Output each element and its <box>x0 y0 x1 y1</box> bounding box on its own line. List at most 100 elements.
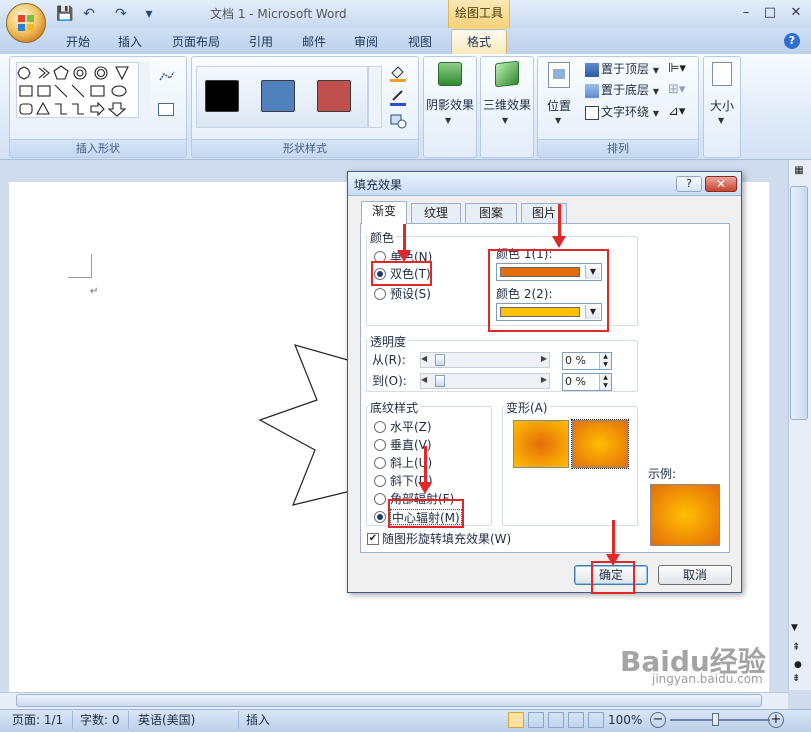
radio-diagonal-down[interactable] <box>374 475 386 487</box>
style-swatch-blue[interactable] <box>261 80 295 112</box>
variant-center-dark[interactable] <box>513 420 569 468</box>
to-slider[interactable]: ◀ ▶ <box>420 373 550 389</box>
save-icon[interactable]: 💾 <box>56 5 74 23</box>
next-page-icon[interactable]: ⇟ <box>792 673 800 684</box>
from-spinbox[interactable]: 0 % ▲ ▼ <box>562 352 612 370</box>
star-shape[interactable] <box>255 340 355 510</box>
position-button[interactable]: 位置 <box>540 97 578 114</box>
zoom-in-icon[interactable]: + <box>768 712 784 728</box>
threed-effects-button[interactable]: 三维效果 <box>480 96 534 113</box>
send-back-icon <box>585 83 599 98</box>
sample-label: 示例: <box>648 467 677 481</box>
rotate-with-shape-label: 随图形旋转填充效果(W) <box>382 532 512 546</box>
browse-object-icon[interactable]: ● <box>794 660 802 670</box>
radio-from-corner[interactable] <box>374 493 386 505</box>
tab-page-layout[interactable]: 页面布局 <box>166 32 226 52</box>
tab-mailings[interactable]: 邮件 <box>296 32 332 52</box>
shape-fill-icon[interactable] <box>388 64 410 82</box>
shape-gallery-scroll[interactable] <box>138 62 150 118</box>
text-box-icon[interactable] <box>158 103 174 116</box>
tab-format[interactable]: 格式 <box>451 29 507 56</box>
scroll-down-arrow-icon[interactable]: ▼ <box>791 623 798 633</box>
dialog-tab-texture[interactable]: 纹理 <box>411 203 461 223</box>
radio-diagonal-up[interactable] <box>374 457 386 469</box>
zoom-out-icon[interactable]: − <box>650 712 666 728</box>
cancel-button[interactable]: 取消 <box>658 565 732 585</box>
highlight-from-center <box>388 499 464 528</box>
from-value: 0 % <box>565 354 586 367</box>
red-arrow-icon <box>552 204 566 248</box>
ruler-toggle-icon[interactable]: ▦ <box>790 162 808 180</box>
status-separator <box>128 711 129 729</box>
tab-home[interactable]: 开始 <box>60 32 96 52</box>
radio-horizontal[interactable] <box>374 421 386 433</box>
change-shape-icon[interactable] <box>388 112 410 130</box>
qat-more-icon[interactable]: ▾ <box>140 5 158 23</box>
radio-from-center[interactable] <box>374 511 386 523</box>
tab-insert[interactable]: 插入 <box>112 32 148 52</box>
status-insert-mode[interactable]: 插入 <box>246 712 270 728</box>
spinner-icon[interactable]: ▲ ▼ <box>599 374 611 390</box>
style-swatch-black[interactable] <box>205 80 239 112</box>
rotate-with-shape-checkbox[interactable]: ✔ <box>367 533 379 545</box>
margin-corner-mark <box>68 254 92 278</box>
from-slider-thumb[interactable] <box>435 354 445 366</box>
rotate-icon[interactable]: ⊿▾ <box>668 104 690 120</box>
view-draft-icon[interactable] <box>588 712 604 728</box>
status-language[interactable]: 英语(美国) <box>138 712 195 728</box>
zoom-slider[interactable] <box>670 719 770 721</box>
align-icon[interactable]: ⊫▾ <box>668 61 690 77</box>
view-full-screen-icon[interactable] <box>528 712 544 728</box>
to-slider-thumb[interactable] <box>435 375 445 387</box>
status-separator <box>238 711 239 729</box>
radio-preset[interactable] <box>374 288 386 300</box>
red-arrow-icon <box>606 520 620 566</box>
prev-page-icon[interactable]: ⇞ <box>792 642 800 653</box>
paragraph-mark: ↵ <box>90 286 99 297</box>
view-print-layout-icon[interactable] <box>508 712 524 728</box>
dialog-help-button[interactable]: ? <box>676 176 702 192</box>
shadow-effects-button[interactable]: 阴影效果 <box>423 96 477 113</box>
maximize-button[interactable]: □ <box>759 4 781 22</box>
minimize-button[interactable]: – <box>735 4 757 22</box>
dialog-tab-gradient[interactable]: 渐变 <box>361 201 407 224</box>
shape-gallery[interactable] <box>16 62 146 118</box>
close-window-button[interactable]: ✕ <box>785 4 807 22</box>
variant-center-light[interactable] <box>571 419 629 469</box>
from-label: 从(R): <box>372 353 406 367</box>
office-button[interactable] <box>6 3 46 43</box>
help-icon[interactable]: ? <box>784 33 800 49</box>
style-gallery-scroll[interactable] <box>368 66 382 128</box>
send-to-back-button[interactable]: 置于底层 ▼ <box>585 81 659 99</box>
tab-review[interactable]: 审阅 <box>348 32 384 52</box>
bring-to-front-button[interactable]: 置于顶层 ▼ <box>585 60 659 78</box>
status-word-count[interactable]: 字数: 0 <box>80 712 120 728</box>
tab-references[interactable]: 引用 <box>243 32 279 52</box>
zoom-level[interactable]: 100% <box>608 712 642 728</box>
horizontal-scroll-thumb[interactable] <box>16 694 762 707</box>
view-outline-icon[interactable] <box>568 712 584 728</box>
zoom-slider-thumb[interactable] <box>712 713 719 726</box>
size-button[interactable]: 大小 <box>703 97 741 114</box>
dialog-close-button[interactable]: ✕ <box>705 176 737 192</box>
bring-front-icon <box>585 62 599 77</box>
undo-icon[interactable]: ↶ <box>80 5 98 23</box>
to-spinbox[interactable]: 0 % ▲ ▼ <box>562 373 612 391</box>
dialog-tab-pattern[interactable]: 图案 <box>465 203 517 223</box>
chevron-down-icon: ▼ <box>555 116 562 125</box>
document-title: 文档 1 - Microsoft Word <box>210 7 347 21</box>
status-page[interactable]: 页面: 1/1 <box>12 712 63 728</box>
vertical-scroll-thumb[interactable] <box>790 186 808 420</box>
from-slider[interactable]: ◀ ▶ <box>420 352 550 368</box>
radio-vertical[interactable] <box>374 439 386 451</box>
view-web-icon[interactable] <box>548 712 564 728</box>
edit-shape-icon[interactable] <box>158 70 176 84</box>
spinner-icon[interactable]: ▲ ▼ <box>599 353 611 369</box>
variants-label: 变形(A) <box>504 399 550 416</box>
text-wrap-button[interactable]: 文字环绕 ▼ <box>585 103 659 121</box>
group-objects-icon[interactable]: ⊞▾ <box>668 82 690 98</box>
style-swatch-red[interactable] <box>317 80 351 112</box>
redo-icon[interactable]: ↷ <box>112 5 130 23</box>
tab-view[interactable]: 视图 <box>402 32 438 52</box>
shape-outline-icon[interactable] <box>388 88 410 106</box>
